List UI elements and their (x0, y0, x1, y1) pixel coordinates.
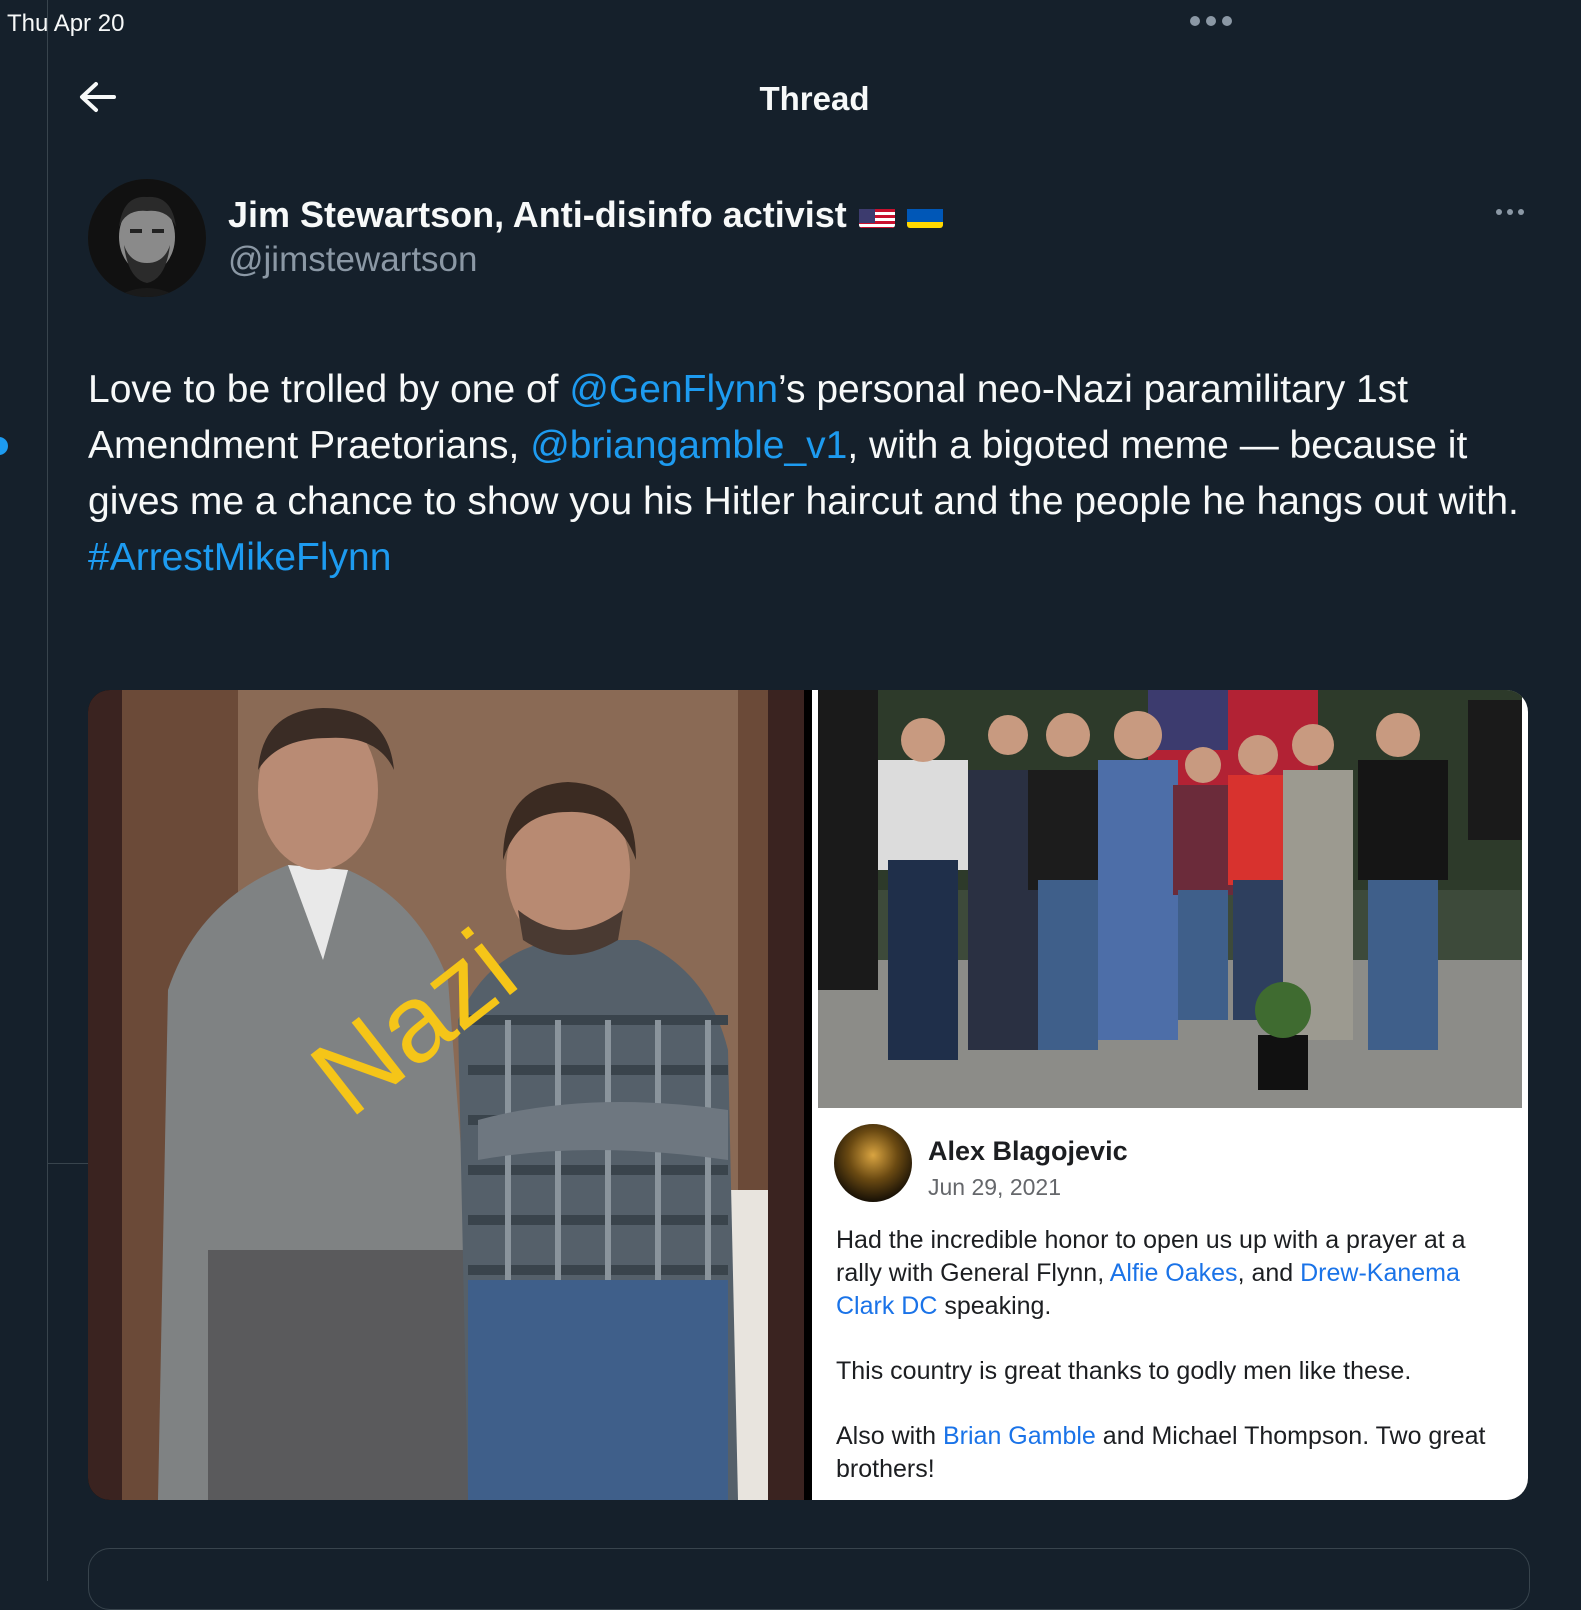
us-flag-icon (858, 202, 895, 228)
post-text: Also with (836, 1422, 943, 1450)
post-text: This country is great thanks to godly me… (836, 1357, 1412, 1385)
media-image-right[interactable]: Alex Blagojevic Jun 29, 2021 Had the inc… (812, 690, 1528, 1500)
media-image-left[interactable]: Nazi (88, 690, 804, 1500)
author-handle[interactable]: @jimstewartson (228, 240, 477, 280)
post-text: speaking. (937, 1292, 1052, 1320)
sidebar-divider (47, 0, 95, 1581)
author-name-text: Jim Stewartson, Anti-disinfo activist (228, 194, 847, 235)
page-title: Thread (759, 80, 870, 117)
notification-dot (0, 437, 8, 455)
group-photo (818, 690, 1522, 1108)
post-link-alfie-oakes: Alfie Oakes (1109, 1259, 1238, 1287)
more-options-icon[interactable] (1492, 205, 1528, 219)
post-link-brian-gamble: Brian Gamble (942, 1422, 1096, 1450)
tweet-media: Nazi Alex Blagojevic Jun 29, 2021 Had th… (88, 690, 1528, 1500)
facebook-post-card: Alex Blagojevic Jun 29, 2021 Had the inc… (818, 1108, 1522, 1500)
multitasking-dots-icon[interactable] (1190, 16, 1232, 26)
author-name[interactable]: Jim Stewartson, Anti-disinfo activist (228, 194, 943, 236)
tweet-text: Love to be trolled by one of @GenFlynn’s… (88, 362, 1538, 586)
post-body: Had the incredible honor to open us up w… (836, 1224, 1516, 1500)
mention-briangamble[interactable]: @briangamble_v1 (530, 424, 847, 467)
next-tweet-card[interactable] (88, 1548, 1530, 1610)
ukraine-flag-icon (906, 202, 943, 228)
post-text: , and (1237, 1259, 1301, 1287)
author-avatar[interactable] (88, 179, 206, 297)
poster-avatar (834, 1124, 912, 1202)
status-time: Thu Apr 20 (7, 10, 125, 37)
mention-genflynn[interactable]: @GenFlynn (569, 368, 778, 411)
hashtag-link[interactable]: #ArrestMikeFlynn (88, 536, 391, 579)
tweet-text-part: Love to be trolled by one of (88, 368, 570, 411)
post-date: Jun 29, 2021 (928, 1174, 1062, 1200)
poster-name: Alex Blagojevic (928, 1136, 1128, 1166)
